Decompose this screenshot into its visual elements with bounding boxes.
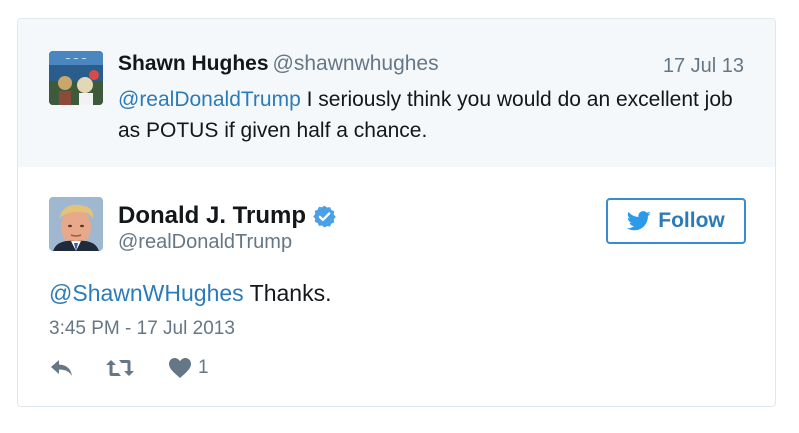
main-mention-link[interactable]: @ShawnWHughes <box>49 280 244 306</box>
like-button[interactable]: 1 <box>168 357 209 379</box>
quoted-tweet-text: @realDonaldTrump I seriously think you w… <box>118 84 758 146</box>
reply-button[interactable] <box>49 357 75 379</box>
quoted-tweet[interactable]: ~ ~ ~ Shawn Hughes @shawnwhughes 17 Jul 1… <box>18 19 775 167</box>
follow-button[interactable]: Follow <box>606 198 746 244</box>
quoted-author-name[interactable]: Shawn Hughes @shawnwhughes <box>118 52 439 76</box>
retweet-icon <box>106 360 134 376</box>
retweet-button[interactable] <box>105 357 135 379</box>
main-author-name-text[interactable]: Donald J. Trump <box>118 202 306 230</box>
main-author-handle[interactable]: @realDonaldTrump <box>118 231 292 254</box>
main-author-avatar[interactable] <box>49 197 103 251</box>
twitter-bird-icon <box>627 211 651 231</box>
main-tweet-timestamp[interactable]: 3:45 PM - 17 Jul 2013 <box>49 318 235 340</box>
quoted-author-name-text[interactable]: Shawn Hughes <box>118 52 269 75</box>
main-author-name[interactable]: Donald J. Trump <box>118 202 337 230</box>
tweet-actions: 1 <box>49 357 349 385</box>
quoted-tweet-date[interactable]: 17 Jul 13 <box>663 55 744 78</box>
main-tweet-body: Thanks. <box>243 280 332 306</box>
like-count: 1 <box>198 357 209 378</box>
quoted-author-handle[interactable]: @shawnwhughes <box>273 52 439 75</box>
quoted-author-avatar[interactable]: ~ ~ ~ <box>49 51 103 105</box>
embedded-tweet-card: ~ ~ ~ Shawn Hughes @shawnwhughes 17 Jul 1… <box>17 18 776 407</box>
heart-icon <box>169 358 191 378</box>
reply-icon <box>51 360 72 376</box>
svg-text:~ ~ ~: ~ ~ ~ <box>65 55 87 63</box>
main-tweet-text: @ShawnWHughes Thanks. <box>49 280 331 307</box>
follow-button-label: Follow <box>658 209 725 232</box>
verified-badge-icon <box>313 205 336 227</box>
quoted-mention-link[interactable]: @realDonaldTrump <box>118 88 301 111</box>
